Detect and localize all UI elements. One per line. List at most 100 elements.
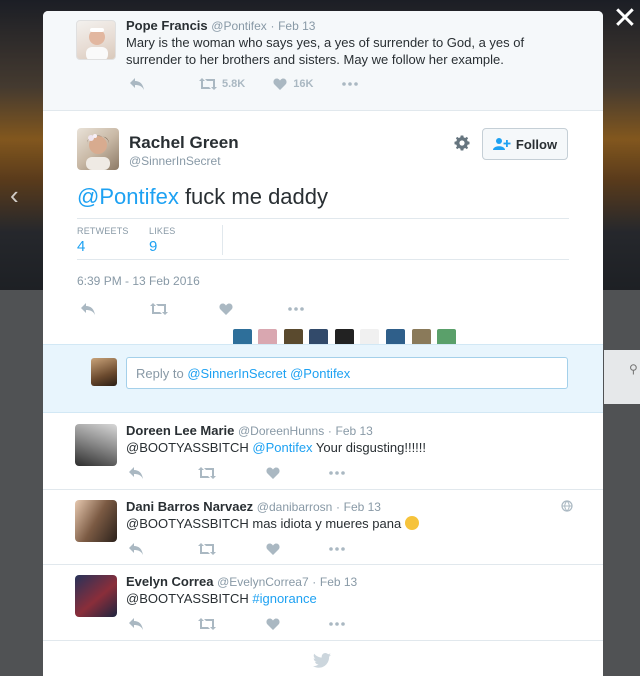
retweet-icon	[198, 543, 216, 555]
heart-icon	[219, 303, 233, 315]
more-options-button[interactable]	[329, 616, 345, 632]
ancestor-tweet[interactable]: Pope Francis @Pontifex · Feb 13 Mary is …	[43, 11, 603, 111]
twitter-bird-icon	[313, 653, 331, 668]
tweet-actions	[128, 616, 345, 632]
more-options-button[interactable]	[329, 541, 345, 557]
more-options-button[interactable]	[329, 465, 345, 481]
retweet-button[interactable]	[150, 301, 168, 317]
likes-count[interactable]: 9	[149, 238, 157, 255]
tweet-date[interactable]: Feb 13	[278, 19, 315, 33]
tweet-date[interactable]: Feb 13	[320, 575, 357, 589]
heart-icon	[266, 543, 280, 555]
avatar[interactable]	[75, 575, 117, 617]
tweet-text: @BOOTYASSBITCH @Pontifex Your disgusting…	[126, 439, 426, 456]
reply-icon	[129, 543, 143, 555]
retweet-button[interactable]: 5.8K	[199, 76, 245, 92]
retweet-icon	[198, 618, 216, 630]
follow-label: Follow	[515, 136, 558, 152]
close-icon[interactable]: ✕	[612, 4, 638, 34]
avatar[interactable]	[91, 358, 117, 386]
like-button[interactable]	[266, 616, 280, 632]
list-item[interactable]: Doreen Lee Marie @DoreenHunns · Feb 13 @…	[43, 414, 603, 490]
more-options-button[interactable]	[342, 76, 359, 92]
reply-button[interactable]	[129, 76, 145, 92]
focused-tweet: Rachel Green @SinnerInSecret @Pontifex f…	[43, 111, 603, 349]
more-icon	[288, 307, 304, 311]
likes-label: LIKES	[149, 226, 176, 236]
tweet-date[interactable]: Feb 13	[335, 424, 372, 438]
more-icon	[329, 622, 345, 626]
tweet-actions	[128, 541, 345, 557]
add-user-icon	[492, 138, 511, 150]
unamused-face-icon: 😒	[404, 516, 419, 530]
reply-prefix: Reply to	[136, 366, 188, 381]
reply-text: @BOOTYASSBITCH mas idiota y mueres pana	[126, 516, 402, 531]
tweet-actions	[80, 301, 304, 317]
tweet-actions	[128, 465, 345, 481]
separator: ·	[327, 424, 332, 438]
more-icon	[342, 82, 359, 86]
retweets-label: RETWEETS	[77, 226, 129, 236]
retweet-count: 5.8K	[222, 78, 246, 90]
tweet-text: @BOOTYASSBITCH #ignorance	[126, 590, 317, 607]
avatar[interactable]	[75, 424, 117, 466]
gear-icon[interactable]	[454, 135, 470, 151]
reply-composer: Reply to @SinnerInSecret @Pontifex	[43, 344, 603, 413]
tweet-stats: RETWEETS 4 LIKES 9	[77, 218, 569, 260]
tweet-body: fuck me daddy	[178, 184, 329, 209]
reply-input[interactable]: Reply to @SinnerInSecret @Pontifex	[126, 357, 568, 389]
retweet-button[interactable]	[198, 616, 216, 632]
separator: ·	[270, 19, 275, 33]
author-name[interactable]: Dani Barros Narvaez	[126, 499, 253, 514]
mention-link[interactable]: @Pontifex	[77, 184, 179, 209]
more-icon	[329, 547, 345, 551]
hashtag-link[interactable]: #ignorance	[252, 591, 316, 606]
like-button[interactable]	[219, 301, 233, 317]
author-name[interactable]: Rachel Green	[129, 133, 239, 153]
list-item[interactable]: Dani Barros Narvaez @danibarrosn · Feb 1…	[43, 490, 603, 565]
retweet-icon	[199, 78, 217, 90]
retweet-button[interactable]	[198, 465, 216, 481]
reply-text: @BOOTYASSBITCH	[126, 440, 253, 455]
list-item[interactable]: Evelyn Correa @EvelynCorrea7 · Feb 13 @B…	[43, 565, 603, 641]
reply-mentions: @SinnerInSecret @Pontifex	[187, 366, 351, 381]
globe-icon	[561, 500, 573, 512]
more-options-button[interactable]	[288, 301, 304, 317]
avatar[interactable]	[75, 500, 117, 542]
follow-button[interactable]: Follow	[482, 128, 568, 160]
reply-button[interactable]	[128, 465, 144, 481]
reply-button[interactable]	[128, 541, 144, 557]
author-handle[interactable]: @EvelynCorrea7	[217, 575, 309, 589]
author-name[interactable]: Evelyn Correa	[126, 574, 213, 589]
like-button[interactable]	[266, 541, 280, 557]
tweet-date[interactable]: Feb 13	[344, 500, 381, 514]
tweet-timestamp[interactable]: 6:39 PM - 13 Feb 2016	[77, 274, 200, 288]
author-name[interactable]: Pope Francis	[126, 18, 208, 33]
author-handle[interactable]: @Pontifex	[211, 19, 267, 33]
chevron-left-icon[interactable]: ‹	[10, 180, 19, 211]
avatar[interactable]	[77, 128, 119, 170]
reply-icon	[81, 303, 95, 315]
background-panel	[604, 350, 640, 404]
retweet-icon	[150, 303, 168, 315]
retweets-count[interactable]: 4	[77, 238, 85, 255]
retweet-button[interactable]	[198, 541, 216, 557]
reply-icon	[129, 618, 143, 630]
reply-text: @BOOTYASSBITCH	[126, 591, 253, 606]
author-handle[interactable]: @SinnerInSecret	[129, 154, 221, 168]
tweet-permalink-modal: Pope Francis @Pontifex · Feb 13 Mary is …	[43, 11, 603, 676]
like-count: 16K	[293, 78, 314, 90]
reply-button[interactable]	[128, 616, 144, 632]
heart-icon	[266, 618, 280, 630]
author-name[interactable]: Doreen Lee Marie	[126, 423, 234, 438]
like-button[interactable]	[266, 465, 280, 481]
stats-divider	[222, 225, 223, 255]
avatar[interactable]	[76, 20, 116, 60]
tweet-text: @Pontifex fuck me daddy	[77, 183, 328, 211]
author-handle[interactable]: @DoreenHunns	[238, 424, 324, 438]
mention-link[interactable]: @Pontifex	[252, 440, 312, 455]
tweet-text: @BOOTYASSBITCH mas idiota y mueres pana …	[126, 515, 419, 532]
author-handle[interactable]: @danibarrosn	[257, 500, 333, 514]
like-button[interactable]: 16K	[273, 76, 313, 92]
reply-button[interactable]	[80, 301, 96, 317]
